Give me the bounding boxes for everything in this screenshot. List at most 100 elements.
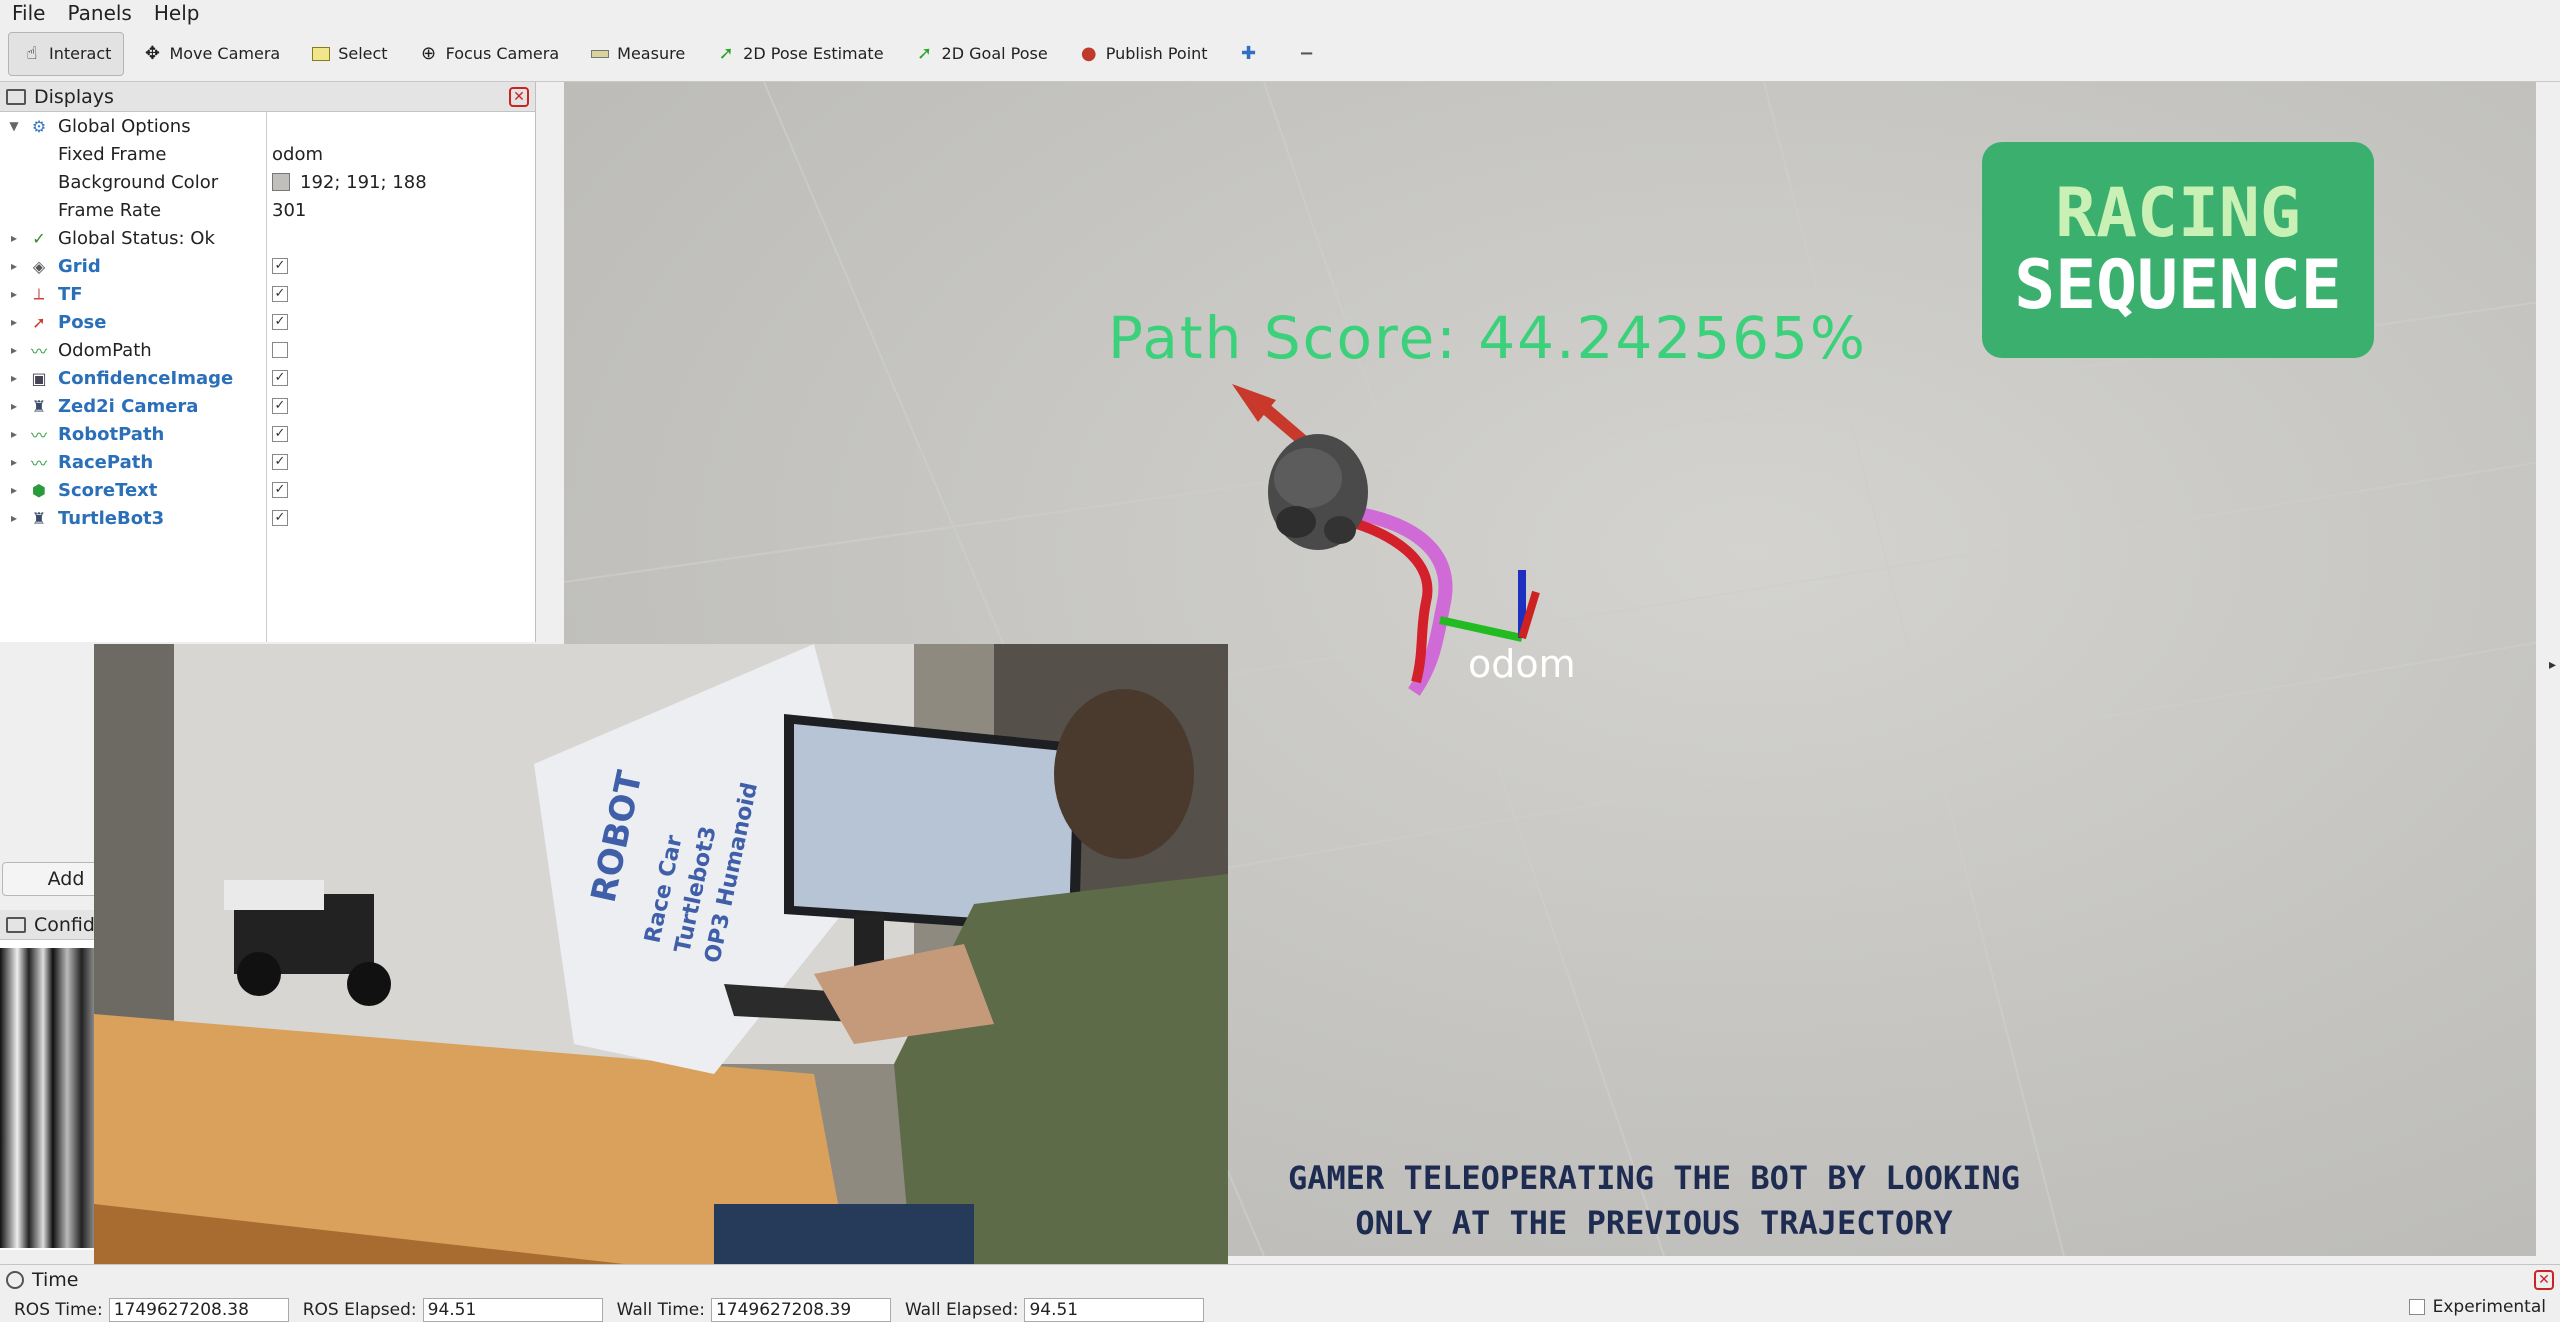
add-tool-button[interactable]: ✚ [1225,32,1279,76]
tree-row-global-options[interactable]: ▼ ⚙ Global Options [0,112,535,140]
expand-arrow-icon[interactable]: ▸ [6,231,22,245]
move-camera-icon: ✥ [144,42,160,64]
display-enabled-checkbox[interactable]: ✓ [272,510,288,526]
robot-path [1334,513,1433,684]
tool-2d-pose-estimate[interactable]: ➚ 2D Pose Estimate [702,32,896,76]
tf-axes-icon: ⟂ [33,284,45,303]
tree-row-background-color[interactable]: Background Color 192; 191; 188 [0,168,535,196]
display-item-turtlebot3[interactable]: ▸ ♜ TurtleBot3 ✓ [0,504,535,532]
display-enabled-checkbox[interactable]: ✓ [272,454,288,470]
caption-line-1: GAMER TELEOPERATING THE BOT BY LOOKING [1287,1159,2021,1197]
expand-arrow-icon[interactable]: ▸ [6,399,22,413]
tool-select[interactable]: Select [297,32,400,76]
right-collapse-strip[interactable]: ▸ [2536,82,2560,1256]
expand-arrow-icon[interactable]: ▸ [6,343,22,357]
close-icon[interactable]: ✕ [509,87,529,107]
display-item-scoretext[interactable]: ▸ ⬢ ScoreText ✓ [0,476,535,504]
tree-row-global-status[interactable]: ▸ ✓ Global Status: Ok [0,224,535,252]
display-item-tf[interactable]: ▸ ⟂ TF ✓ [0,280,535,308]
expand-arrow-icon[interactable]: ▸ [6,371,22,385]
ros-time-value[interactable]: 1749627208.38 [108,1298,289,1322]
tool-2d-goal-pose[interactable]: ➚ 2D Goal Pose [901,32,1061,76]
remove-tool-button[interactable]: − [1283,32,1337,76]
racing-sequence-badge: RACING SEQUENCE [1982,142,2374,358]
display-item-label: RacePath [58,451,154,473]
display-enabled-cell: ✓ [272,398,288,414]
expand-arrow-icon[interactable]: ▸ [6,511,22,525]
display-item-confidenceimage[interactable]: ▸ ▣ ConfidenceImage ✓ [0,364,535,392]
tool-interact[interactable]: ☝ Interact [8,31,125,76]
caption-line-2: ONLY AT THE PREVIOUS TRAJECTORY [1355,1204,1953,1242]
tool-publish-point[interactable]: ● Publish Point [1065,32,1221,76]
display-enabled-checkbox[interactable] [272,342,288,358]
expand-arrow-icon[interactable]: ▸ [6,483,22,497]
badge-line-1: RACING [2055,174,2301,253]
path-icon: 〰 [30,454,47,473]
expand-arrow-icon[interactable]: ▸ [6,315,22,329]
expand-arrow-icon[interactable]: ▸ [6,427,22,441]
display-enabled-checkbox[interactable]: ✓ [272,258,288,274]
display-enabled-cell: ✓ [272,426,288,442]
gear-icon: ⚙ [31,116,47,136]
operator-video-inset: ROBOT Race Car Turtlebot3 OP3 Humanoid [94,644,1228,1290]
collapse-arrow-icon[interactable]: ▼ [6,119,22,133]
wall-elapsed-value[interactable]: 94.51 [1024,1298,1205,1322]
odom-frame-label: odom [1468,642,1576,686]
display-enabled-checkbox[interactable]: ✓ [272,314,288,330]
ros-elapsed-value[interactable]: 94.51 [422,1298,603,1322]
tool-measure[interactable]: Measure [576,32,698,76]
display-item-pose[interactable]: ▸ ➚ Pose ✓ [0,308,535,336]
display-item-odompath[interactable]: ▸ 〰 OdomPath [0,336,535,364]
tool-focus-camera[interactable]: ⊕ Focus Camera [405,32,573,76]
minus-icon: − [1299,42,1315,64]
checkmark-icon: ✓ [32,228,46,248]
close-icon[interactable]: ✕ [2534,1270,2554,1290]
display-item-label: Zed2i Camera [58,395,199,417]
tree-row-fixed-frame[interactable]: Fixed Frame odom [0,140,535,168]
displays-panel-header: Displays ✕ [0,82,535,112]
display-item-racepath[interactable]: ▸ 〰 RacePath ✓ [0,448,535,476]
expand-arrow-icon[interactable]: ▸ [6,287,22,301]
menu-file[interactable]: File [12,1,45,25]
tool-move-camera[interactable]: ✥ Move Camera [128,32,293,76]
experimental-checkbox[interactable] [2408,1299,2425,1315]
color-swatch [272,173,290,191]
display-item-label: Grid [58,255,101,277]
menu-panels[interactable]: Panels [67,1,131,25]
display-enabled-checkbox[interactable]: ✓ [272,426,288,442]
display-item-robotpath[interactable]: ▸ 〰 RobotPath ✓ [0,420,535,448]
experimental-toggle[interactable]: Experimental [2408,1297,2546,1317]
display-enabled-checkbox[interactable]: ✓ [272,398,288,414]
path-score-text: Path Score: 44.242565% [1108,304,1868,372]
fixed-frame-value[interactable]: odom [272,144,323,165]
plus-icon: ✚ [1241,42,1257,64]
background-color-value[interactable]: 192; 191; 188 [272,172,427,193]
path-icon: 〰 [30,342,47,361]
menu-help[interactable]: Help [154,1,200,25]
display-item-grid[interactable]: ▸ ◈ Grid ✓ [0,252,535,280]
expand-right-arrow-icon[interactable]: ▸ [2549,657,2556,673]
display-item-label: ConfidenceImage [58,367,234,389]
badge-line-2: SEQUENCE [2014,246,2342,325]
display-item-label: ScoreText [58,479,158,501]
image-icon: ▣ [31,368,47,388]
pose-arrow-icon: ➚ [32,312,46,332]
display-item-label: TurtleBot3 [58,507,165,529]
expand-arrow-icon[interactable]: ▸ [6,455,22,469]
display-enabled-cell: ✓ [272,370,288,386]
display-enabled-checkbox[interactable]: ✓ [272,482,288,498]
display-enabled-cell: ✓ [272,286,288,302]
turtlebot-model [1268,434,1368,550]
expand-arrow-icon[interactable]: ▸ [6,259,22,273]
tree-row-frame-rate[interactable]: Frame Rate 301 [0,196,535,224]
display-enabled-checkbox[interactable]: ✓ [272,286,288,302]
select-box-icon [310,43,332,65]
frame-rate-value[interactable]: 301 [272,200,306,221]
wall-elapsed-field: Wall Elapsed: 94.51 [905,1298,1205,1322]
wall-time-value[interactable]: 1749627208.39 [710,1298,891,1322]
display-item-zed2i-camera[interactable]: ▸ ♜ Zed2i Camera ✓ [0,392,535,420]
display-enabled-checkbox[interactable]: ✓ [272,370,288,386]
hand-pointer-icon: ☝ [26,42,38,64]
grid-icon: ◈ [32,256,46,276]
time-panel-header: Time ✕ [0,1265,2560,1295]
